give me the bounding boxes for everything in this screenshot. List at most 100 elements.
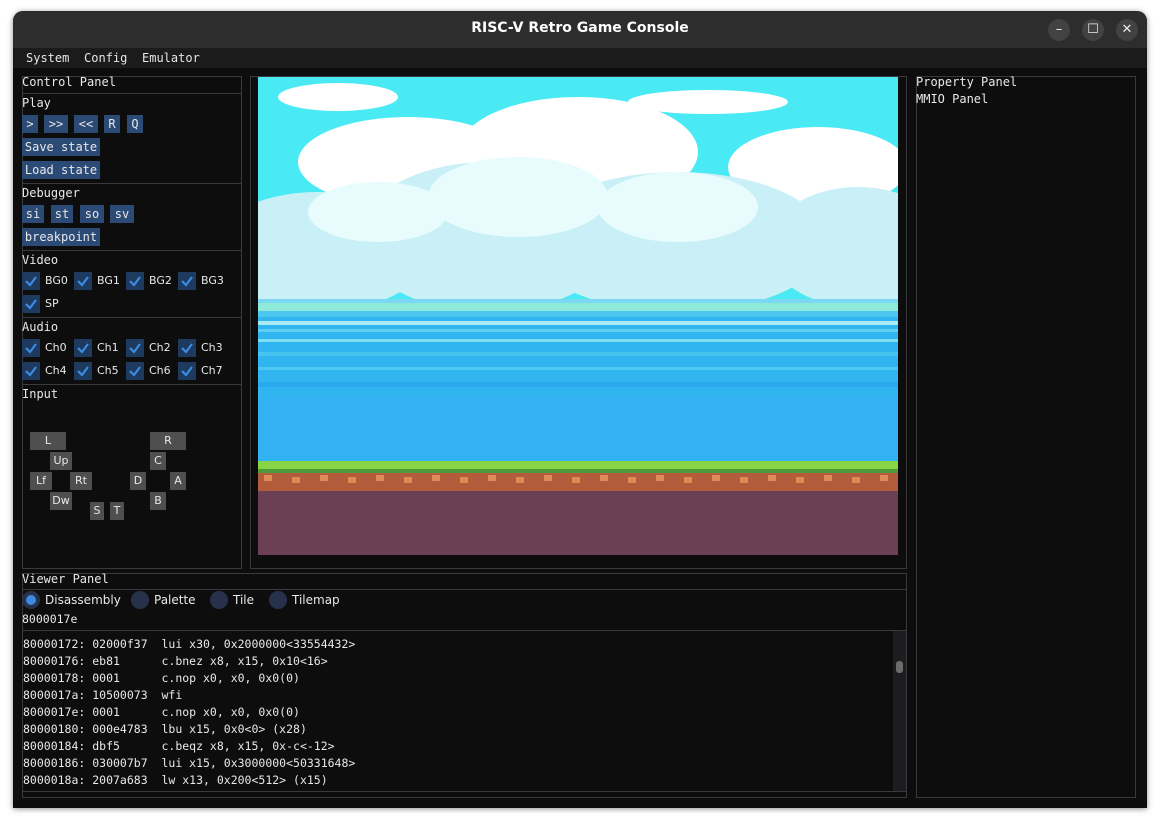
checkbox-ch2-label: Ch2 — [149, 341, 171, 354]
key-b[interactable]: B — [150, 492, 166, 510]
checkbox-sp-label: SP — [45, 297, 59, 310]
check-icon — [25, 276, 37, 287]
checkbox-ch4[interactable] — [22, 362, 40, 380]
key-select[interactable]: S — [90, 502, 104, 520]
check-icon — [129, 366, 141, 377]
divider — [22, 93, 242, 94]
radio-tilemap[interactable] — [269, 591, 287, 609]
key-up[interactable]: Up — [50, 452, 72, 470]
checkbox-bg2-label: BG2 — [149, 274, 172, 287]
check-icon — [129, 276, 141, 287]
key-a[interactable]: A — [170, 472, 186, 490]
checkbox-bg1[interactable] — [74, 272, 92, 290]
checkbox-ch4-label: Ch4 — [45, 364, 67, 377]
checkbox-ch1[interactable] — [74, 339, 92, 357]
play-button[interactable]: > — [22, 115, 38, 133]
title-bar: RISC-V Retro Game Console – ☐ ✕ — [13, 11, 1147, 48]
mmio-panel-label[interactable]: MMIO Panel — [916, 92, 988, 106]
key-right[interactable]: Rt — [70, 472, 92, 490]
key-l[interactable]: L — [30, 432, 66, 450]
debugger-section-title: Debugger — [22, 186, 80, 200]
minimize-icon[interactable]: – — [1048, 19, 1070, 41]
radio-palette[interactable] — [131, 591, 149, 609]
radio-palette-label: Palette — [154, 593, 196, 607]
key-left[interactable]: Lf — [30, 472, 52, 490]
checkbox-ch2[interactable] — [126, 339, 144, 357]
checkbox-bg0-label: BG0 — [45, 274, 68, 287]
checkbox-ch3[interactable] — [178, 339, 196, 357]
disassembly-line: 80000172: 02000f37 lui x30, 0x2000000<33… — [23, 637, 356, 651]
divider — [22, 589, 907, 590]
checkbox-ch3-label: Ch3 — [201, 341, 223, 354]
menu-bar: System Config Emulator — [13, 48, 1147, 68]
key-down[interactable]: Dw — [50, 492, 72, 510]
checkbox-bg0[interactable] — [22, 272, 40, 290]
step-into-button[interactable]: si — [22, 205, 44, 223]
check-icon — [25, 366, 37, 377]
property-panel-title: Property Panel — [916, 75, 1018, 89]
load-state-button[interactable]: Load state — [22, 161, 100, 179]
radio-disassembly-label: Disassembly — [45, 593, 121, 607]
disassembly-list[interactable]: 80000172: 02000f37 lui x30, 0x2000000<33… — [22, 630, 907, 792]
menu-emulator[interactable]: Emulator — [142, 51, 200, 65]
fast-forward-button[interactable]: >> — [44, 115, 68, 133]
disassembly-line: 80000184: dbf5 c.beqz x8, x15, 0x-c<-12> — [23, 739, 335, 753]
checkbox-ch6[interactable] — [126, 362, 144, 380]
divider — [22, 317, 242, 318]
divider — [22, 384, 242, 385]
radio-disassembly[interactable] — [22, 591, 40, 609]
key-d[interactable]: D — [130, 472, 146, 490]
check-icon — [129, 343, 141, 354]
disassembly-line: 80000178: 0001 c.nop x0, x0, 0x0(0) — [23, 671, 300, 685]
quit-button[interactable]: Q — [127, 115, 143, 133]
play-section-title: Play — [22, 96, 51, 110]
step-over-button[interactable]: so — [80, 205, 104, 223]
reset-button[interactable]: R — [104, 115, 120, 133]
key-r[interactable]: R — [150, 432, 186, 450]
key-c[interactable]: C — [150, 452, 166, 470]
checkbox-bg1-label: BG1 — [97, 274, 120, 287]
check-icon — [25, 343, 37, 354]
save-state-button[interactable]: Save state — [22, 138, 100, 156]
radio-tile[interactable] — [210, 591, 228, 609]
checkbox-sp[interactable] — [22, 295, 40, 313]
checkbox-bg3[interactable] — [178, 272, 196, 290]
key-start[interactable]: T — [110, 502, 124, 520]
step-video-button[interactable]: sv — [110, 205, 134, 223]
breakpoint-button[interactable]: breakpoint — [22, 228, 100, 246]
control-panel-title: Control Panel — [22, 75, 116, 89]
check-icon — [25, 299, 37, 310]
property-panel — [916, 76, 1136, 798]
checkbox-ch5-label: Ch5 — [97, 364, 119, 377]
disassembly-line: 80000180: 000e4783 lbu x15, 0x0<0> (x28) — [23, 722, 307, 736]
checkbox-ch0[interactable] — [22, 339, 40, 357]
checkbox-ch7-label: Ch7 — [201, 364, 223, 377]
rewind-button[interactable]: << — [74, 115, 98, 133]
radio-tile-label: Tile — [233, 593, 255, 607]
menu-config[interactable]: Config — [84, 51, 127, 65]
game-screen[interactable] — [258, 77, 898, 555]
checkbox-bg2[interactable] — [126, 272, 144, 290]
step-button[interactable]: st — [51, 205, 73, 223]
divider — [22, 183, 242, 184]
check-icon — [181, 343, 193, 354]
app-window: RISC-V Retro Game Console – ☐ ✕ System C… — [13, 11, 1147, 808]
disassembly-line: 8000018a: 2007a683 lw x13, 0x200<512> (x… — [23, 773, 328, 787]
check-icon — [77, 276, 89, 287]
window-title: RISC-V Retro Game Console — [471, 20, 689, 36]
disassembly-line: 8000017e: 0001 c.nop x0, x0, 0x0(0) — [23, 705, 300, 719]
scrollbar-thumb[interactable] — [896, 661, 903, 673]
close-icon[interactable]: ✕ — [1116, 19, 1138, 41]
game-scene — [258, 77, 898, 555]
menu-system[interactable]: System — [26, 51, 69, 65]
disassembly-line: 80000186: 030007b7 lui x15, 0x3000000<50… — [23, 756, 356, 770]
checkbox-ch5[interactable] — [74, 362, 92, 380]
checkbox-ch6-label: Ch6 — [149, 364, 171, 377]
current-address: 8000017e — [22, 612, 78, 626]
disassembly-line: 80000176: eb81 c.bnez x8, x15, 0x10<16> — [23, 654, 328, 668]
maximize-icon[interactable]: ☐ — [1082, 19, 1104, 41]
input-section-title: Input — [22, 387, 59, 401]
scrollbar-track[interactable] — [893, 631, 906, 791]
checkbox-ch1-label: Ch1 — [97, 341, 119, 354]
checkbox-ch7[interactable] — [178, 362, 196, 380]
